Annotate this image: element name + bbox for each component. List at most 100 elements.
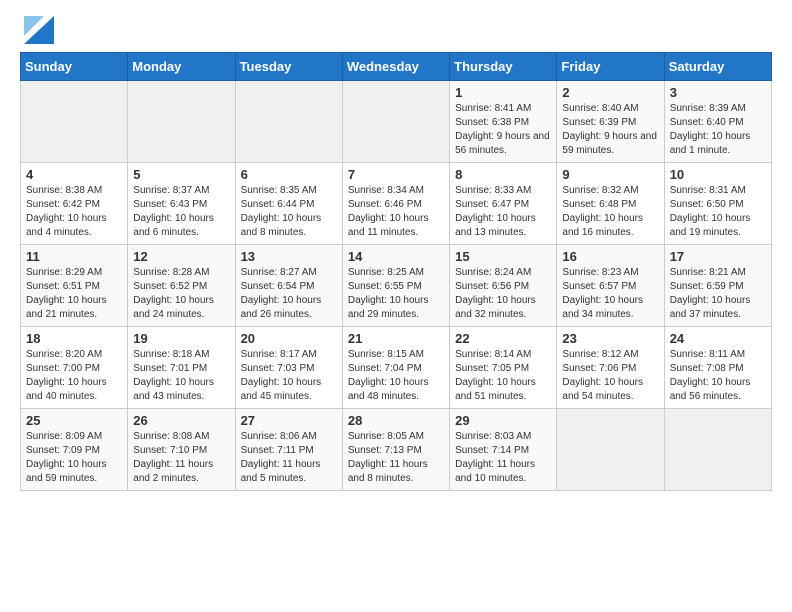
day-info: Sunrise: 8:23 AM Sunset: 6:57 PM Dayligh… [562, 266, 658, 322]
day-info: Sunrise: 8:33 AM Sunset: 6:47 PM Dayligh… [455, 184, 551, 240]
table-row: 10 Sunrise: 8:31 AM Sunset: 6:50 PM Dayli… [664, 163, 771, 245]
day-number: 20 [241, 331, 337, 346]
table-row: 25 Sunrise: 8:09 AM Sunset: 7:09 PM Dayli… [21, 409, 128, 491]
table-row: 16 Sunrise: 8:23 AM Sunset: 6:57 PM Dayli… [557, 245, 664, 327]
logo [20, 16, 54, 44]
day-info: Sunrise: 8:34 AM Sunset: 6:46 PM Dayligh… [348, 184, 444, 240]
week-row-2: 4 Sunrise: 8:38 AM Sunset: 6:42 PM Daylig… [21, 163, 772, 245]
table-row: 28 Sunrise: 8:05 AM Sunset: 7:13 PM Dayli… [342, 409, 449, 491]
table-row: 26 Sunrise: 8:08 AM Sunset: 7:10 PM Dayli… [128, 409, 235, 491]
day-number: 25 [26, 413, 122, 428]
day-number: 23 [562, 331, 658, 346]
day-number: 16 [562, 249, 658, 264]
day-number: 29 [455, 413, 551, 428]
calendar-page: SundayMondayTuesdayWednesdayThursdayFrid… [0, 0, 792, 511]
table-row [235, 81, 342, 163]
day-number: 19 [133, 331, 229, 346]
day-number: 3 [670, 85, 766, 100]
day-number: 2 [562, 85, 658, 100]
table-row: 21 Sunrise: 8:15 AM Sunset: 7:04 PM Dayli… [342, 327, 449, 409]
table-row: 17 Sunrise: 8:21 AM Sunset: 6:59 PM Dayli… [664, 245, 771, 327]
day-info: Sunrise: 8:08 AM Sunset: 7:10 PM Dayligh… [133, 430, 229, 486]
table-row: 22 Sunrise: 8:14 AM Sunset: 7:05 PM Dayli… [450, 327, 557, 409]
week-row-4: 18 Sunrise: 8:20 AM Sunset: 7:00 PM Dayli… [21, 327, 772, 409]
day-number: 13 [241, 249, 337, 264]
day-info: Sunrise: 8:14 AM Sunset: 7:05 PM Dayligh… [455, 348, 551, 404]
table-row [342, 81, 449, 163]
day-info: Sunrise: 8:06 AM Sunset: 7:11 PM Dayligh… [241, 430, 337, 486]
day-info: Sunrise: 8:20 AM Sunset: 7:00 PM Dayligh… [26, 348, 122, 404]
table-row: 13 Sunrise: 8:27 AM Sunset: 6:54 PM Dayli… [235, 245, 342, 327]
table-row: 27Sunrise: 8:06 AM Sunset: 7:11 PM Dayli… [235, 409, 342, 491]
calendar-header [20, 16, 772, 44]
day-info: Sunrise: 8:21 AM Sunset: 6:59 PM Dayligh… [670, 266, 766, 322]
day-info: Sunrise: 8:18 AM Sunset: 7:01 PM Dayligh… [133, 348, 229, 404]
table-row: 23 Sunrise: 8:12 AM Sunset: 7:06 PM Dayli… [557, 327, 664, 409]
day-info: Sunrise: 8:09 AM Sunset: 7:09 PM Dayligh… [26, 430, 122, 486]
calendar-thead: SundayMondayTuesdayWednesdayThursdayFrid… [21, 53, 772, 81]
day-number: 12 [133, 249, 229, 264]
calendar-body: 1 Sunrise: 8:41 AM Sunset: 6:38 PM Daylig… [21, 81, 772, 491]
weekday-thursday: Thursday [450, 53, 557, 81]
day-number: 17 [670, 249, 766, 264]
table-row: 29 Sunrise: 8:03 AM Sunset: 7:14 PM Dayli… [450, 409, 557, 491]
table-row: 1 Sunrise: 8:41 AM Sunset: 6:38 PM Daylig… [450, 81, 557, 163]
day-number: 6 [241, 167, 337, 182]
day-number: 18 [26, 331, 122, 346]
day-info: Sunrise: 8:39 AM Sunset: 6:40 PM Dayligh… [670, 102, 766, 158]
day-number: 14 [348, 249, 444, 264]
calendar-table: SundayMondayTuesdayWednesdayThursdayFrid… [20, 52, 772, 491]
table-row: 18 Sunrise: 8:20 AM Sunset: 7:00 PM Dayli… [21, 327, 128, 409]
day-number: 21 [348, 331, 444, 346]
table-row: 19 Sunrise: 8:18 AM Sunset: 7:01 PM Dayli… [128, 327, 235, 409]
table-row: 24 Sunrise: 8:11 AM Sunset: 7:08 PM Dayli… [664, 327, 771, 409]
day-info: Sunrise: 8:31 AM Sunset: 6:50 PM Dayligh… [670, 184, 766, 240]
day-info: Sunrise: 8:24 AM Sunset: 6:56 PM Dayligh… [455, 266, 551, 322]
day-number: 8 [455, 167, 551, 182]
weekday-header-row: SundayMondayTuesdayWednesdayThursdayFrid… [21, 53, 772, 81]
table-row: 9Sunrise: 8:32 AM Sunset: 6:48 PM Daylig… [557, 163, 664, 245]
day-info: Sunrise: 8:29 AM Sunset: 6:51 PM Dayligh… [26, 266, 122, 322]
week-row-3: 11 Sunrise: 8:29 AM Sunset: 6:51 PM Dayli… [21, 245, 772, 327]
day-number: 24 [670, 331, 766, 346]
day-number: 4 [26, 167, 122, 182]
day-number: 10 [670, 167, 766, 182]
table-row: 3 Sunrise: 8:39 AM Sunset: 6:40 PM Daylig… [664, 81, 771, 163]
day-info: Sunrise: 8:11 AM Sunset: 7:08 PM Dayligh… [670, 348, 766, 404]
table-row: 7 Sunrise: 8:34 AM Sunset: 6:46 PM Daylig… [342, 163, 449, 245]
table-row [21, 81, 128, 163]
day-number: 15 [455, 249, 551, 264]
day-info: Sunrise: 8:03 AM Sunset: 7:14 PM Dayligh… [455, 430, 551, 486]
day-info: Sunrise: 8:15 AM Sunset: 7:04 PM Dayligh… [348, 348, 444, 404]
day-info: Sunrise: 8:05 AM Sunset: 7:13 PM Dayligh… [348, 430, 444, 486]
day-info: Sunrise: 8:40 AM Sunset: 6:39 PM Dayligh… [562, 102, 658, 158]
table-row: 14Sunrise: 8:25 AM Sunset: 6:55 PM Dayli… [342, 245, 449, 327]
day-number: 5 [133, 167, 229, 182]
day-info: Sunrise: 8:28 AM Sunset: 6:52 PM Dayligh… [133, 266, 229, 322]
day-number: 22 [455, 331, 551, 346]
day-number: 11 [26, 249, 122, 264]
day-info: Sunrise: 8:41 AM Sunset: 6:38 PM Dayligh… [455, 102, 551, 158]
day-number: 9 [562, 167, 658, 182]
day-number: 7 [348, 167, 444, 182]
table-row [664, 409, 771, 491]
table-row: 5 Sunrise: 8:37 AM Sunset: 6:43 PM Daylig… [128, 163, 235, 245]
table-row: 2 Sunrise: 8:40 AM Sunset: 6:39 PM Daylig… [557, 81, 664, 163]
week-row-1: 1 Sunrise: 8:41 AM Sunset: 6:38 PM Daylig… [21, 81, 772, 163]
table-row: 8 Sunrise: 8:33 AM Sunset: 6:47 PM Daylig… [450, 163, 557, 245]
day-info: Sunrise: 8:17 AM Sunset: 7:03 PM Dayligh… [241, 348, 337, 404]
table-row: 4 Sunrise: 8:38 AM Sunset: 6:42 PM Daylig… [21, 163, 128, 245]
day-number: 28 [348, 413, 444, 428]
day-info: Sunrise: 8:38 AM Sunset: 6:42 PM Dayligh… [26, 184, 122, 240]
day-info: Sunrise: 8:27 AM Sunset: 6:54 PM Dayligh… [241, 266, 337, 322]
table-row: 12 Sunrise: 8:28 AM Sunset: 6:52 PM Dayli… [128, 245, 235, 327]
weekday-friday: Friday [557, 53, 664, 81]
day-number: 26 [133, 413, 229, 428]
table-row: 20 Sunrise: 8:17 AM Sunset: 7:03 PM Dayli… [235, 327, 342, 409]
day-info: Sunrise: 8:37 AM Sunset: 6:43 PM Dayligh… [133, 184, 229, 240]
table-row: 6Sunrise: 8:35 AM Sunset: 6:44 PM Daylig… [235, 163, 342, 245]
weekday-wednesday: Wednesday [342, 53, 449, 81]
day-info: Sunrise: 8:12 AM Sunset: 7:06 PM Dayligh… [562, 348, 658, 404]
weekday-sunday: Sunday [21, 53, 128, 81]
day-number: 1 [455, 85, 551, 100]
